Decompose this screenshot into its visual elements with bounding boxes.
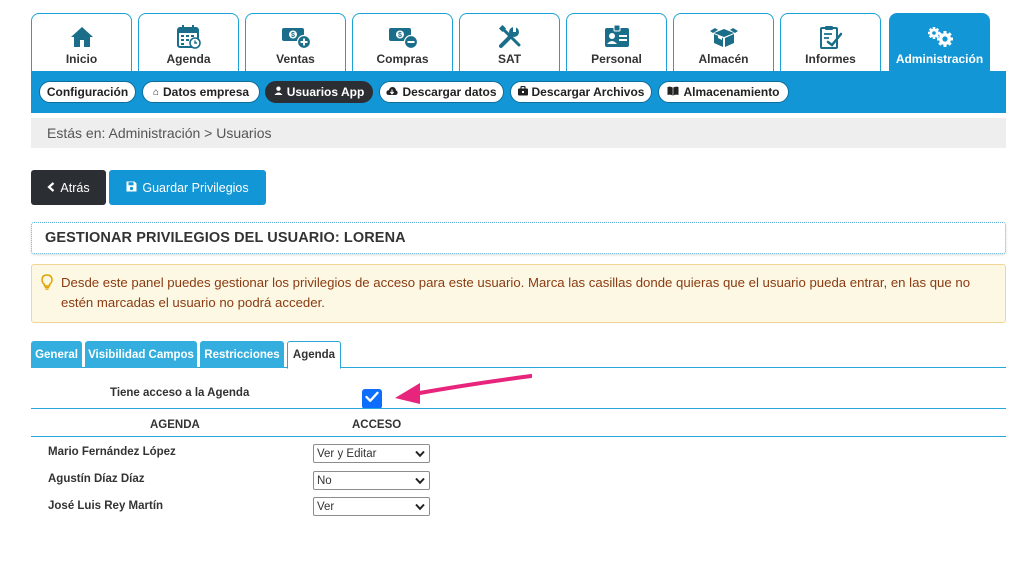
report-icon	[816, 24, 846, 50]
module-tabs: Inicio Agenda $ Ventas $ Compras SAT Per…	[31, 13, 1006, 71]
tab-label: Inicio	[65, 52, 98, 66]
subnav-label: Descargar Archivos	[531, 85, 645, 99]
calendar-icon	[174, 24, 204, 50]
tab-informes[interactable]: Informes	[780, 13, 881, 71]
id-card-icon	[602, 24, 632, 50]
subnav-label: Datos empresa	[163, 85, 250, 99]
tab-label: Ventas	[276, 52, 315, 66]
tab-label: Informes	[805, 52, 856, 66]
tools-icon	[495, 24, 525, 50]
tab-agenda-privileges[interactable]: Agenda	[287, 341, 341, 369]
table-row-name: José Luis Rey Martín	[48, 500, 164, 512]
tab-label: Agenda	[292, 349, 336, 361]
annotation-arrow	[395, 374, 532, 404]
column-header-acceso: ACCESO	[352, 419, 402, 431]
column-header-agenda: AGENDA	[150, 419, 200, 431]
tab-general[interactable]: General	[31, 341, 82, 368]
tab-label: Administración	[895, 52, 984, 66]
access-select[interactable]: Ver y Editar	[313, 444, 430, 463]
tab-compras[interactable]: $ Compras	[352, 13, 453, 71]
tab-label: Personal	[591, 52, 642, 66]
home-icon: ⌂	[152, 86, 159, 98]
select-value: Ver y Editar	[317, 447, 377, 460]
info-alert: Desde este panel puedes gestionar los pr…	[31, 264, 1006, 323]
subnav-datos-empresa[interactable]: ⌂ Datos empresa	[142, 81, 260, 103]
tab-agenda[interactable]: Agenda	[138, 13, 239, 71]
tab-restricciones[interactable]: Restricciones	[200, 341, 284, 368]
subnav-label: Usuarios App	[286, 85, 365, 99]
chevron-down-icon	[415, 476, 425, 488]
select-value: Ver	[317, 500, 335, 513]
cash-minus-icon: $	[388, 24, 418, 50]
boxes-icon	[709, 24, 739, 50]
tab-label: Restricciones	[204, 348, 280, 361]
breadcrumb-text: Estás en: Administración > Usuarios	[47, 125, 272, 141]
tab-administracion[interactable]: Administración	[889, 13, 990, 71]
table-row-name: Agustín Díaz Díaz	[48, 473, 145, 485]
save-button-label: Guardar Privilegios	[142, 180, 249, 195]
page-title-panel: GESTIONAR PRIVILEGIOS DEL USUARIO: LOREN…	[31, 222, 1006, 254]
chevron-left-icon	[47, 181, 55, 195]
subnav-descargar-datos[interactable]: Descargar datos	[379, 81, 504, 103]
sub-navigation: Configuración ⌂ Datos empresa Usuarios A…	[31, 71, 1006, 113]
svg-text:$: $	[398, 32, 402, 39]
back-button-label: Atrás	[60, 180, 90, 195]
privilege-tabs: General Visibilidad Campos Restricciones…	[31, 341, 1006, 369]
tab-label: SAT	[497, 52, 522, 66]
breadcrumb: Estás en: Administración > Usuarios	[31, 118, 1006, 148]
subnav-configuracion[interactable]: Configuración	[39, 81, 136, 103]
page-title: GESTIONAR PRIVILEGIOS DEL USUARIO: LOREN…	[45, 230, 406, 246]
tab-visibilidad-campos[interactable]: Visibilidad Campos	[85, 341, 197, 368]
chevron-down-icon	[415, 502, 425, 514]
tab-sat[interactable]: SAT	[459, 13, 560, 71]
subnav-label: Descargar datos	[402, 85, 497, 99]
alert-text: Desde este panel puedes gestionar los pr…	[61, 275, 971, 310]
lightbulb-icon	[41, 274, 53, 296]
cloud-download-icon	[386, 86, 399, 99]
subnav-label: Almacenamiento	[683, 85, 780, 99]
table-row-name: Mario Fernández López	[48, 446, 176, 458]
book-icon	[667, 86, 679, 99]
back-button[interactable]: Atrás	[31, 170, 106, 205]
briefcase-icon	[517, 85, 528, 99]
chevron-down-icon	[415, 449, 425, 461]
access-select[interactable]: No	[313, 471, 430, 490]
divider	[31, 408, 1006, 409]
svg-text:$: $	[291, 32, 295, 39]
floppy-disk-icon	[126, 181, 137, 195]
user-icon	[274, 86, 283, 98]
cash-plus-icon: $	[281, 24, 311, 50]
tab-inicio[interactable]: Inicio	[31, 13, 132, 71]
home-icon	[67, 24, 97, 50]
agenda-access-checkbox[interactable]	[362, 389, 382, 409]
tab-label: Agenda	[166, 52, 211, 66]
tab-label: Almacén	[698, 52, 749, 66]
tab-ventas[interactable]: $ Ventas	[245, 13, 346, 71]
save-privileges-button[interactable]: Guardar Privilegios	[109, 170, 266, 205]
tab-label: General	[35, 348, 78, 361]
subnav-descargar-archivos[interactable]: Descargar Archivos	[510, 81, 652, 103]
subnav-usuarios-app[interactable]: Usuarios App	[265, 81, 373, 103]
select-value: No	[317, 474, 332, 487]
tab-label: Visibilidad Campos	[88, 348, 194, 361]
agenda-access-label: Tiene acceso a la Agenda	[110, 387, 250, 399]
subnav-almacenamiento[interactable]: Almacenamiento	[658, 81, 789, 103]
divider	[31, 436, 1006, 437]
checkmark-icon	[365, 390, 379, 408]
subnav-label: Configuración	[46, 85, 129, 99]
access-select[interactable]: Ver	[313, 497, 430, 516]
tab-almacen[interactable]: Almacén	[673, 13, 774, 71]
gears-icon	[925, 24, 955, 50]
tab-label: Compras	[376, 52, 429, 66]
tab-personal[interactable]: Personal	[566, 13, 667, 71]
